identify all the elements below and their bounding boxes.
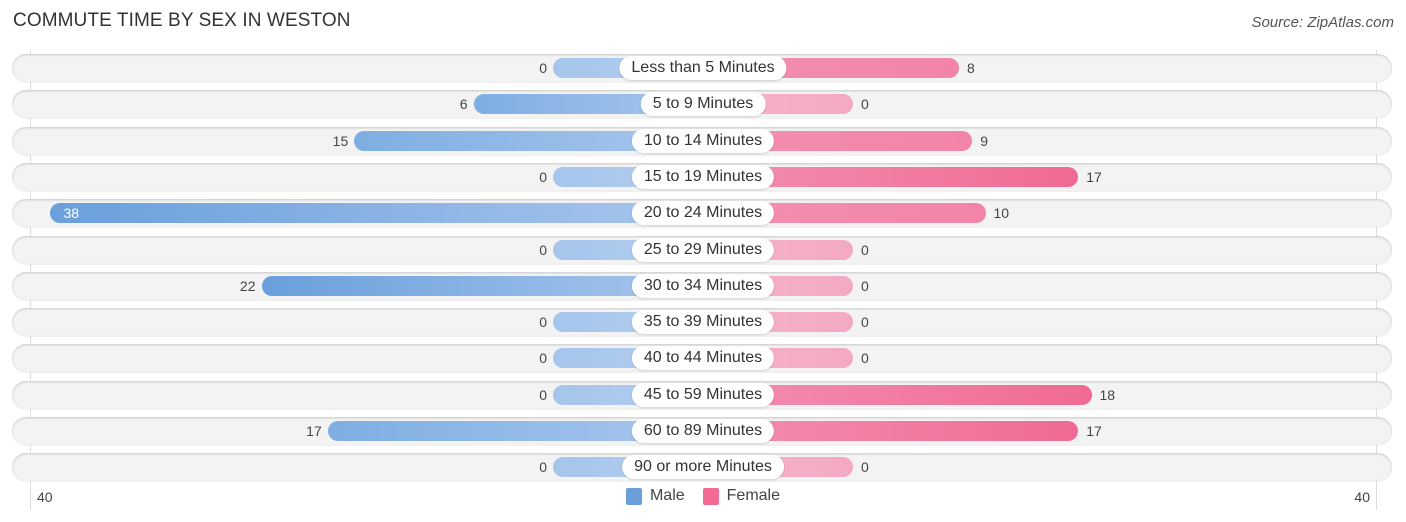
value-label-female: 0 (861, 96, 869, 113)
legend-swatch-male (625, 487, 642, 505)
value-label-female: 17 (1086, 423, 1102, 439)
legend-item-female[interactable]: Female (702, 487, 781, 505)
value-label-female: 0 (861, 350, 869, 367)
value-label-female: 0 (861, 314, 869, 331)
chart-title: COMMUTE TIME BY SEX IN WESTON (13, 10, 351, 31)
value-label-male: 6 (459, 96, 468, 113)
value-label-female: 0 (861, 241, 869, 258)
category-label: 25 to 29 Minutes (631, 237, 775, 262)
bar-male[interactable] (49, 203, 703, 224)
value-label-male: 38 (63, 205, 80, 222)
category-label: 20 to 24 Minutes (631, 201, 775, 226)
value-label-male: 0 (539, 314, 547, 331)
legend-item-male[interactable]: Male (625, 487, 685, 505)
value-label-male: 22 (239, 277, 256, 294)
value-label-female: 0 (861, 277, 869, 294)
value-label-male: 0 (539, 459, 547, 476)
value-label-female: 17 (1086, 168, 1102, 185)
value-label-female: 0 (861, 459, 869, 476)
category-label: 5 to 9 Minutes (640, 92, 766, 117)
source-label: Source: ZipAtlas.com (1251, 14, 1394, 31)
legend-swatch-female (702, 487, 719, 505)
value-label-male: 0 (539, 60, 547, 76)
value-label-male: 0 (539, 241, 547, 258)
value-label-female: 8 (967, 60, 975, 76)
value-label-male: 0 (539, 168, 547, 185)
category-label: 30 to 34 Minutes (631, 273, 775, 298)
value-label-female: 9 (980, 132, 989, 149)
value-label-male: 15 (332, 132, 349, 149)
category-label: 45 to 59 Minutes (631, 382, 775, 407)
category-label: 60 to 89 Minutes (631, 419, 775, 443)
category-label: 35 to 39 Minutes (631, 310, 775, 335)
category-label: 10 to 14 Minutes (631, 128, 775, 153)
legend-label-female: Female (726, 487, 781, 504)
legend: Male Female (0, 487, 1406, 505)
category-label: 40 to 44 Minutes (631, 346, 775, 371)
category-label: Less than 5 Minutes (619, 56, 787, 80)
category-label: 15 to 19 Minutes (631, 164, 775, 189)
category-label: 90 or more Minutes (622, 455, 784, 480)
legend-label-male: Male (649, 487, 685, 504)
value-label-male: 0 (539, 350, 547, 367)
value-label-male: 0 (539, 386, 547, 403)
value-label-female: 18 (1099, 386, 1116, 403)
value-label-female: 10 (993, 205, 1010, 222)
value-label-male: 17 (306, 423, 322, 439)
